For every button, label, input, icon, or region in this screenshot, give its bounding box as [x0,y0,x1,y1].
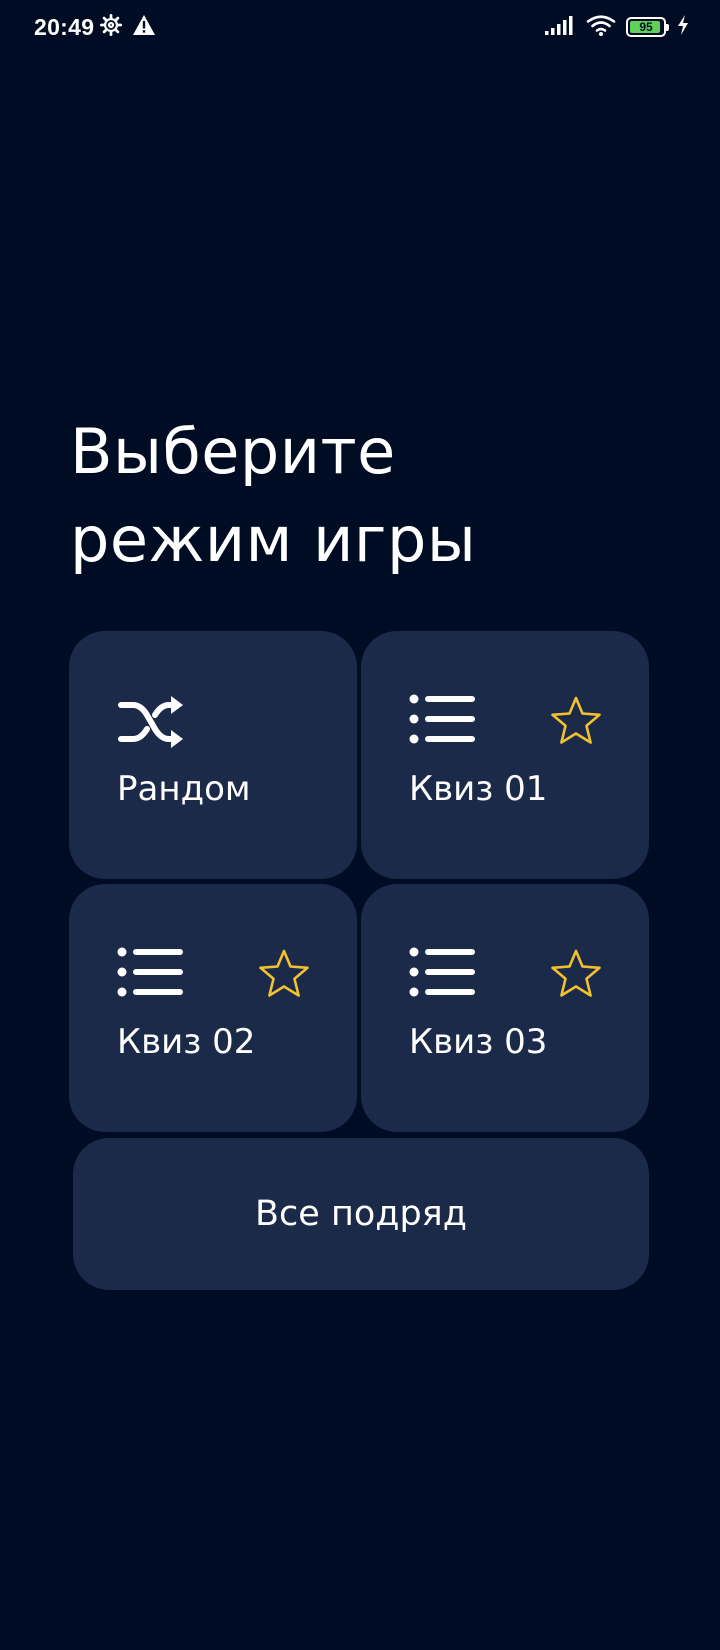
mode-card-label: Квиз 03 [409,1022,548,1062]
mode-card-label: Рандом [117,769,251,809]
status-time: 20:49 [34,14,95,40]
favorite-star-icon[interactable] [257,948,311,1004]
favorite-star-icon[interactable] [549,948,603,1004]
battery-level: 95 [639,20,653,34]
settings-gear-icon [100,14,122,40]
shuffle-icon [117,691,185,757]
status-right-icons: 95 [544,14,690,40]
list-icon [409,944,477,1004]
page-title-line-2: режим игры [70,503,477,576]
mode-card-quiz-02[interactable]: Квиз 02 [69,884,357,1132]
all-in-a-row-button[interactable]: Все подряд [73,1138,649,1290]
mode-card-quiz-01[interactable]: Квиз 01 [361,631,649,879]
favorite-star-icon[interactable] [549,695,603,751]
wifi-icon [586,14,616,40]
status-left-icons [100,14,156,40]
mode-card-random[interactable]: Рандом [69,631,357,879]
list-icon [409,691,477,751]
list-icon [117,944,185,1004]
charging-bolt-icon [676,14,690,40]
warning-icon [132,14,156,40]
battery-icon: 95 [626,17,669,37]
mode-card-label: Квиз 02 [117,1022,256,1062]
page-title-line-1: Выберите [70,415,396,488]
signal-icon [544,14,576,40]
all-in-a-row-label: Все подряд [255,1194,467,1234]
status-bar: 20:49 95 [0,0,720,56]
page-title: Выберите режим игры [70,408,670,584]
mode-card-label: Квиз 01 [409,769,548,809]
mode-card-quiz-03[interactable]: Квиз 03 [361,884,649,1132]
